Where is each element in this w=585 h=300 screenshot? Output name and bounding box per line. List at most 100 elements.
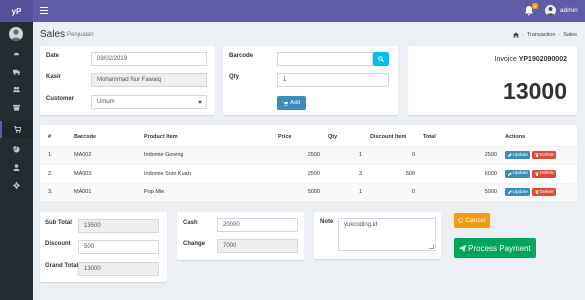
sidebar-item-customers[interactable] (0, 81, 33, 98)
row-qty: 1 (324, 145, 366, 165)
search-icon (378, 56, 384, 62)
cart-table-header: # Barcode Product Item Price Qty Discoun… (40, 129, 577, 147)
barcode-label: Barcode (229, 53, 254, 59)
column-header: Actions (501, 129, 577, 147)
row-actions: Update Delete (501, 182, 577, 202)
cash-input[interactable]: 20000 (217, 218, 298, 232)
sidebar-item-settings[interactable] (0, 177, 33, 194)
delete-button[interactable]: Delete (532, 188, 557, 197)
qty-label: Qty (229, 74, 240, 80)
cart-icon (283, 100, 289, 106)
row-actions: Update Delete (501, 145, 577, 165)
user-name[interactable]: admin (560, 7, 578, 14)
app-logo[interactable]: yP (0, 0, 33, 22)
breadcrumb: › Transaction › Sales (513, 32, 577, 38)
row-action-group: Update Delete (505, 147, 573, 165)
update-button[interactable]: Update (505, 151, 531, 160)
delete-button[interactable]: Delete (532, 169, 557, 178)
gear-icon (13, 182, 20, 189)
date-label: Date (46, 53, 60, 59)
cart-table: # Barcode Product Item Price Qty Discoun… (40, 129, 577, 201)
breadcrumb-separator: › (558, 32, 561, 38)
row-barcode: MA001 (70, 182, 140, 201)
add-to-cart-button[interactable]: Add (277, 96, 306, 110)
invoice-number: YP1902090002 (518, 56, 567, 63)
subtotal-label: Sub Total (45, 220, 72, 226)
user-avatar[interactable] (545, 5, 556, 16)
update-label: Update (512, 152, 528, 158)
cart-icon (14, 126, 21, 133)
row-price: 2500 (274, 164, 324, 183)
sidebar-item-reports[interactable] (0, 141, 33, 158)
discount-label: Discount (45, 241, 71, 247)
grand-total-label: Grand Total (45, 263, 79, 269)
row-discount: 0 (366, 182, 419, 201)
barcode-search-button[interactable] (373, 52, 389, 66)
sidebar-toggle-icon[interactable] (40, 7, 48, 14)
update-label: Update (512, 189, 528, 195)
sale-info-panel: Date 09/02/2019 Kasir Mohammad Nur Fawai… (40, 46, 215, 115)
pie-chart-icon (13, 146, 20, 153)
row-total: 2500 (419, 145, 501, 165)
row-total: 6000 (419, 164, 501, 183)
user-icon (13, 164, 20, 171)
update-label: Update (512, 171, 528, 177)
trash-icon (535, 153, 539, 158)
column-header: Price (274, 129, 324, 147)
note-textarea[interactable]: yukcoding.id (338, 218, 436, 251)
sidebar-item-users[interactable] (0, 159, 33, 176)
grand-total-field: 13000 (78, 262, 159, 276)
invoice-grand-total: 13000 (503, 78, 567, 104)
payment-panel: Cash 20000 Change 7000 (177, 212, 304, 260)
qty-input[interactable]: 1 (277, 73, 389, 87)
cancel-button[interactable]: Cancel (454, 213, 490, 228)
truck-icon (13, 69, 20, 75)
refresh-icon (458, 218, 464, 223)
invoice-panel: Invoice YP1902090002 13000 (408, 46, 577, 115)
customer-label: Customer (46, 96, 75, 102)
column-header: Product Item (140, 129, 274, 147)
row-number: 1. (40, 145, 70, 165)
cancel-label: Cancel (465, 217, 486, 224)
breadcrumb-transaction[interactable]: Transaction (527, 32, 556, 38)
delete-button[interactable]: Delete (532, 151, 557, 160)
table-row: 3. MA001 Pop Mie 5000 1 0 5000 Update Delete (40, 182, 577, 202)
column-header: Barcode (70, 129, 140, 147)
breadcrumb-sales: Sales (563, 32, 577, 38)
sidebar-item-transaction[interactable] (0, 121, 33, 138)
delete-label: Delete (539, 152, 554, 158)
row-price: 2500 (274, 145, 324, 165)
cashier-field: Mohammad Nur Fawaiq (91, 73, 207, 87)
page-subtitle: Penjualan (67, 32, 94, 38)
paper-plane-icon (459, 244, 467, 252)
home-icon[interactable] (513, 32, 519, 38)
breadcrumb-separator: › (522, 32, 524, 38)
row-action-group: Update Delete (505, 165, 573, 183)
totals-panel: Sub Total 13500 Discount 500 Grand Total… (40, 212, 167, 282)
row-price: 5000 (274, 182, 324, 201)
column-header: Qty (324, 129, 366, 147)
row-discount: 500 (366, 164, 419, 183)
discount-input[interactable]: 500 (78, 240, 159, 254)
sidebar-item-suppliers[interactable] (0, 63, 33, 80)
sidebar-item-products[interactable] (0, 99, 33, 116)
row-action-group: Update Delete (505, 184, 573, 202)
row-barcode: MA003 (70, 164, 140, 183)
cash-label: Cash (183, 220, 198, 226)
invoice-heading: Invoice YP1902090002 (495, 56, 567, 63)
row-qty: 3 (324, 164, 366, 183)
sidebar-item-dashboard[interactable] (0, 45, 33, 62)
barcode-input[interactable] (277, 52, 373, 66)
process-payment-button[interactable]: Process Payment (454, 238, 536, 258)
subtotal-field: 13500 (78, 219, 159, 233)
date-field[interactable]: 09/02/2019 (91, 52, 207, 66)
row-number: 3. (40, 182, 70, 201)
update-button[interactable]: Update (505, 188, 531, 197)
column-header: Discount Item (366, 129, 419, 147)
notification-count-badge: 4 (532, 3, 538, 9)
dashboard-icon (13, 52, 20, 56)
add-button-label: Add (290, 100, 300, 106)
customer-select[interactable]: Umum (91, 95, 207, 109)
update-button[interactable]: Update (505, 169, 531, 178)
row-number: 2. (40, 164, 70, 183)
